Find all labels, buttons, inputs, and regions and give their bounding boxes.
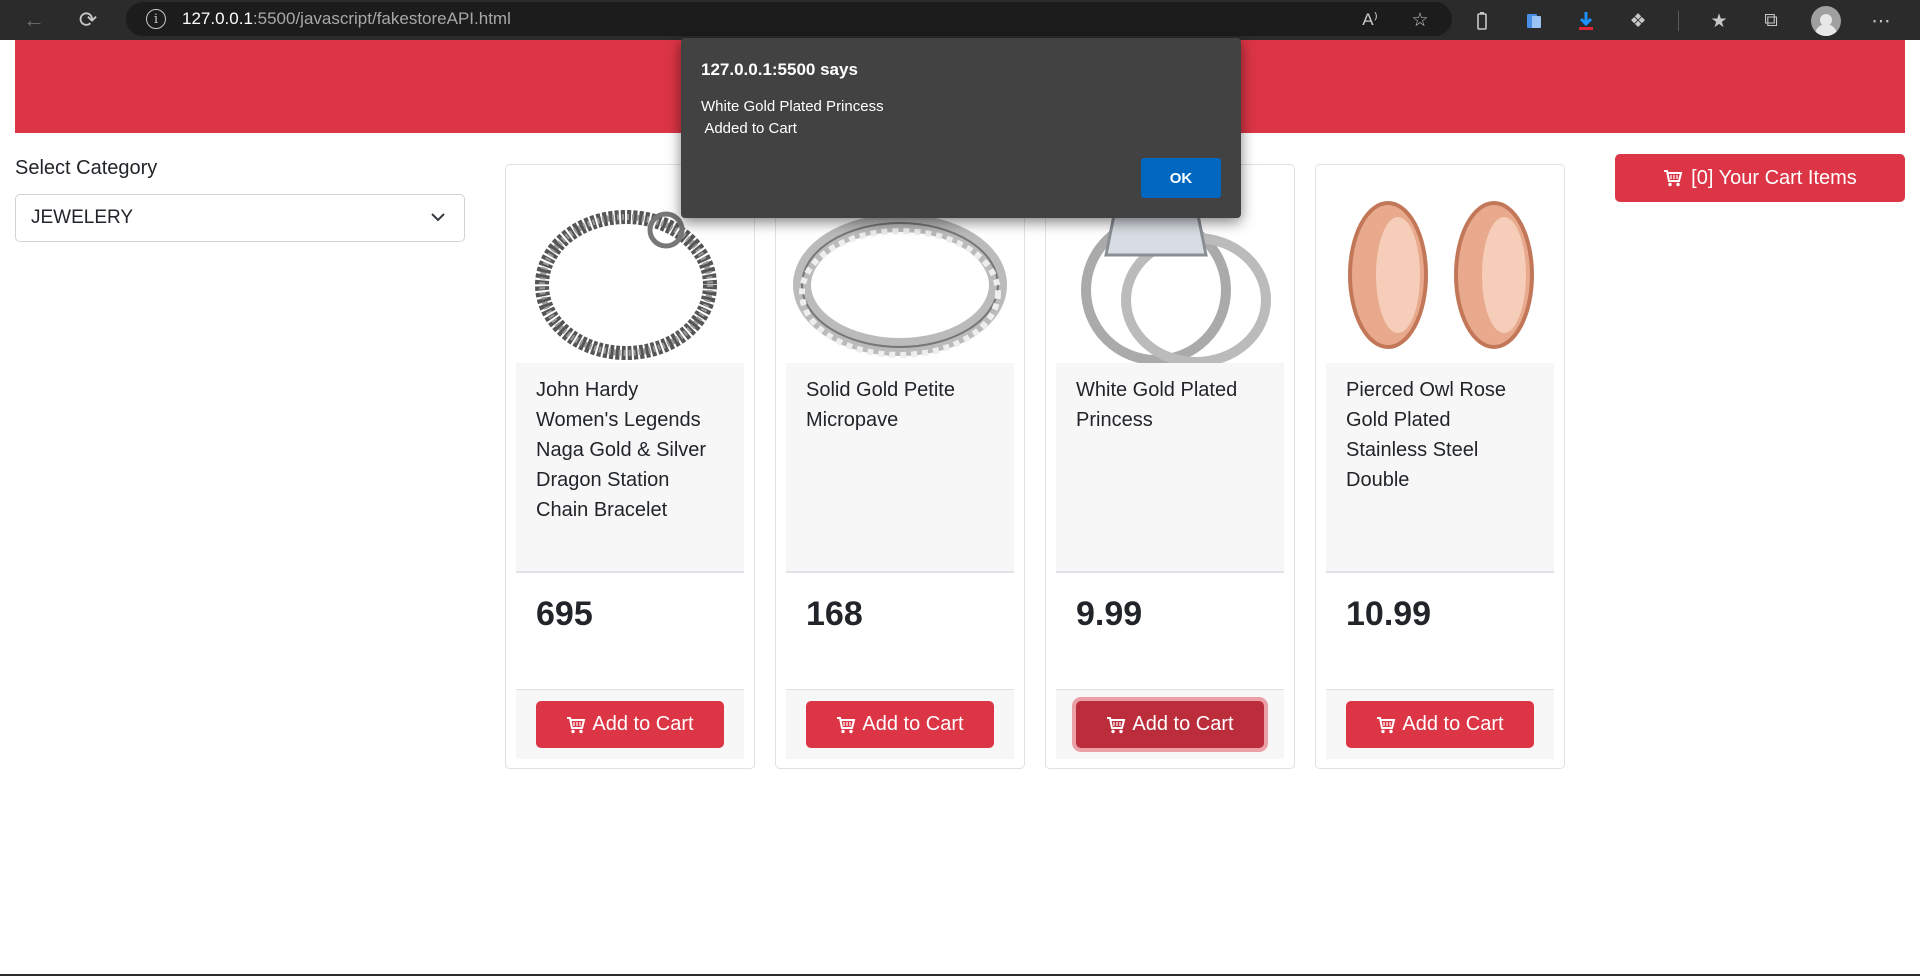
product-title: Pierced Owl Rose Gold Plated Stainless S… bbox=[1326, 363, 1554, 573]
read-aloud-icon[interactable]: A⁾ bbox=[1358, 8, 1382, 32]
add-to-cart-label: Add to Cart bbox=[1132, 713, 1234, 735]
product-card: John Hardy Women's Legends Naga Gold & S… bbox=[505, 164, 755, 769]
puzzle-icon[interactable]: ❖ bbox=[1626, 9, 1650, 33]
alert-dialog: 127.0.0.1:5500 says White Gold Plated Pr… bbox=[681, 38, 1241, 218]
product-price: 168 bbox=[806, 595, 863, 633]
add-to-cart-button[interactable]: Add to Cart bbox=[1346, 701, 1534, 748]
collections-icon[interactable]: ⧉ bbox=[1759, 9, 1783, 33]
add-to-cart-button[interactable]: Add to Cart bbox=[536, 701, 724, 748]
ok-button[interactable]: OK bbox=[1141, 158, 1221, 198]
cart-items-label: [0] Your Cart Items bbox=[1691, 166, 1857, 189]
download-icon[interactable] bbox=[1574, 9, 1598, 33]
favorite-add-icon[interactable]: ☆ bbox=[1408, 8, 1432, 32]
address-bar[interactable]: i 127.0.0.1:5500/javascript/fakestoreAPI… bbox=[126, 2, 1452, 36]
more-icon[interactable]: ⋯ bbox=[1869, 9, 1893, 33]
category-select[interactable]: JEWELERY bbox=[15, 194, 465, 242]
product-title: White Gold Plated Princess bbox=[1056, 363, 1284, 573]
browser-toolbar: ← ⟳ i 127.0.0.1:5500/javascript/fakestor… bbox=[0, 0, 1920, 40]
url-host: 127.0.0.1 bbox=[182, 9, 253, 28]
url-path: :5500/javascript/fakestoreAPI.html bbox=[252, 9, 511, 28]
reload-icon[interactable]: ⟳ bbox=[70, 2, 106, 38]
product-card: Solid Gold Petite Micropave 168 Add to C… bbox=[775, 164, 1025, 769]
card-footer: Add to Cart bbox=[1326, 689, 1554, 759]
extension-icon[interactable] bbox=[1522, 9, 1546, 33]
add-to-cart-label: Add to Cart bbox=[592, 713, 694, 735]
favorites-icon[interactable]: ★ bbox=[1707, 9, 1731, 33]
product-card: Pierced Owl Rose Gold Plated Stainless S… bbox=[1315, 164, 1565, 769]
cart-icon bbox=[837, 716, 856, 733]
add-to-cart-button[interactable]: Add to Cart bbox=[1076, 701, 1264, 748]
product-card: White Gold Plated Princess 9.99 Add to C… bbox=[1045, 164, 1295, 769]
category-label: Select Category bbox=[15, 157, 158, 179]
product-title: Solid Gold Petite Micropave bbox=[786, 363, 1014, 573]
url-text[interactable]: 127.0.0.1:5500/javascript/fakestoreAPI.h… bbox=[182, 9, 511, 29]
product-price: 10.99 bbox=[1346, 595, 1432, 633]
product-price: 695 bbox=[536, 595, 593, 633]
category-selected-value: JEWELERY bbox=[31, 207, 134, 228]
card-footer: Add to Cart bbox=[786, 689, 1014, 759]
cart-icon bbox=[1107, 716, 1126, 733]
toolbar-separator bbox=[1678, 11, 1679, 31]
back-icon[interactable]: ← bbox=[16, 2, 52, 38]
add-to-cart-label: Add to Cart bbox=[862, 713, 964, 735]
cart-icon bbox=[1664, 170, 1683, 187]
cart-items-button[interactable]: [0] Your Cart Items bbox=[1615, 154, 1905, 202]
chevron-down-icon bbox=[431, 213, 445, 222]
product-price: 9.99 bbox=[1076, 595, 1143, 633]
add-to-cart-button[interactable]: Add to Cart bbox=[806, 701, 994, 748]
info-icon[interactable]: i bbox=[146, 9, 166, 29]
cart-icon bbox=[1377, 716, 1396, 733]
product-image bbox=[1326, 175, 1554, 373]
add-to-cart-label: Add to Cart bbox=[1402, 713, 1504, 735]
battery-icon[interactable] bbox=[1470, 9, 1494, 33]
product-title: John Hardy Women's Legends Naga Gold & S… bbox=[516, 363, 744, 573]
dialog-message: White Gold Plated Princess Added to Cart bbox=[701, 98, 884, 137]
cart-icon bbox=[567, 716, 586, 733]
profile-icon[interactable] bbox=[1811, 6, 1841, 36]
card-footer: Add to Cart bbox=[516, 689, 744, 759]
dialog-title: 127.0.0.1:5500 says bbox=[701, 60, 858, 79]
card-footer: Add to Cart bbox=[1056, 689, 1284, 759]
